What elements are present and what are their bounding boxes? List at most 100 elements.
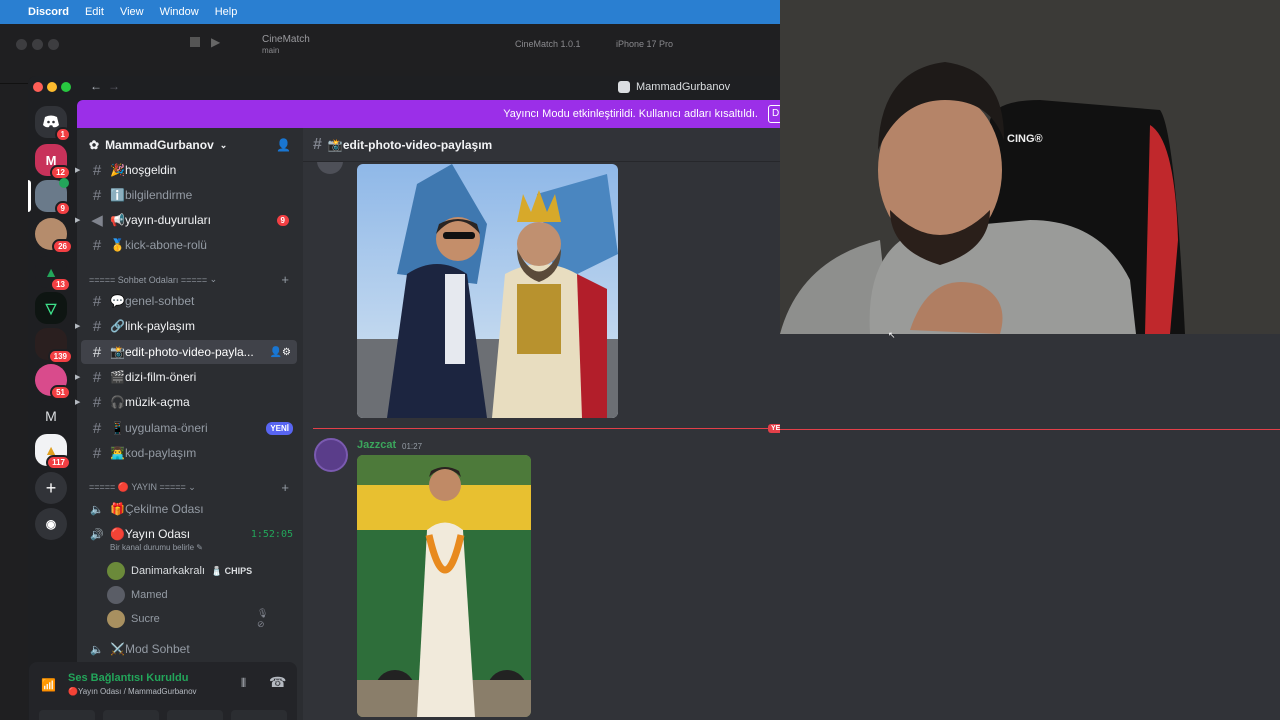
channel-status-hint[interactable]: Bir kanal durumu belirle ✎ xyxy=(110,543,203,552)
banner-button[interactable]: D xyxy=(768,105,780,123)
server-item-m[interactable]: M xyxy=(35,400,67,432)
avatar xyxy=(107,562,125,580)
menu-edit[interactable]: Edit xyxy=(85,6,104,18)
category-yayin[interactable]: ===== 🔴 YAYIN ===== ⌄ + xyxy=(89,480,289,495)
voice-user[interactable]: Danimarkakralı 🧂 CHIPS xyxy=(107,560,252,582)
server-badge: 26 xyxy=(52,239,73,254)
add-channel-icon[interactable]: + xyxy=(281,272,289,287)
speaker-icon: 🔈 xyxy=(90,503,104,516)
activities-button[interactable] xyxy=(167,710,223,720)
channel-name: 🎉hoşgeldin xyxy=(110,163,177,177)
device-selector[interactable]: iPhone 17 Pro xyxy=(616,39,673,49)
signal-icon[interactable]: 📶 xyxy=(41,678,56,692)
message-author[interactable]: Jazzcat xyxy=(357,439,396,451)
channel-genel-sohbet[interactable]: # 💬genel-sohbet xyxy=(81,289,297,313)
voice-user[interactable]: Sucre 🎙⊘ xyxy=(107,608,268,630)
verified-icon: ✿ xyxy=(89,138,100,152)
minimize-button[interactable] xyxy=(47,82,57,92)
close-light[interactable] xyxy=(16,39,27,50)
minimize-light[interactable] xyxy=(32,39,43,50)
menu-window[interactable]: Window xyxy=(160,6,199,18)
stop-icon[interactable] xyxy=(190,37,200,47)
voice-channel-mod-sohbet[interactable]: 🔈 ⚔️Mod Sohbet xyxy=(81,637,297,661)
zoom-button[interactable] xyxy=(61,82,71,92)
unread-indicator-icon: ▶ xyxy=(75,374,81,381)
server-badge: 13 xyxy=(50,277,71,292)
category-sohbet-odalari[interactable]: ===== Sohbet Odaları ===== ⌄ + xyxy=(89,272,289,287)
menu-help[interactable]: Help xyxy=(215,6,238,18)
server-item[interactable]: 26 xyxy=(35,218,73,254)
menu-app-name[interactable]: Discord xyxy=(28,6,69,18)
v-logo-icon: ▽ xyxy=(45,299,57,316)
hash-icon: # xyxy=(92,343,102,361)
server-item[interactable]: ▽ xyxy=(35,292,67,324)
speaker-icon: 🔊 xyxy=(90,528,104,541)
close-button[interactable] xyxy=(33,82,43,92)
new-messages-label: YE xyxy=(768,424,780,433)
channel-uygulama-oneri[interactable]: # 📱uygulama-öneri YENİ xyxy=(81,416,297,440)
server-item[interactable]: 139 xyxy=(35,328,73,364)
server-item[interactable]: 51 xyxy=(35,364,71,400)
new-messages-divider xyxy=(313,428,780,429)
scheme-selector[interactable]: CineMatch 1.0.1 xyxy=(515,39,581,49)
server-list: 1 M 12 9 26 ▲ 13 ▽ 139 51 M ▲ 117 + ◉ xyxy=(28,106,74,720)
voice-user-name: Sucre xyxy=(131,613,160,625)
server-icon xyxy=(618,81,630,93)
channel-link-paylasim[interactable]: ▶ # 🔗link-paylaşım xyxy=(75,314,297,338)
channel-dizi-film-oneri[interactable]: ▶ # 🎬dizi-film-öneri xyxy=(75,365,297,389)
direct-messages-button[interactable]: 1 xyxy=(35,106,71,142)
channel-title: 📸edit-photo-video-paylaşım xyxy=(327,137,493,152)
unread-indicator-icon: ▶ xyxy=(75,399,81,406)
add-server-button[interactable]: + xyxy=(35,472,67,504)
run-icon[interactable]: ▶ xyxy=(211,35,220,49)
channel-name: 🎁Çekilme Odası xyxy=(110,502,204,516)
channel-kod-paylasim[interactable]: # 👨‍💻kod-paylaşım xyxy=(81,441,297,465)
discord-icon xyxy=(43,115,59,128)
channel-name: 💬genel-sohbet xyxy=(110,294,195,308)
image-attachment[interactable] xyxy=(357,164,618,418)
project-info: CineMatch main xyxy=(262,34,310,56)
channel-bilgilendirme[interactable]: # ℹ️bilgilendirme xyxy=(81,183,297,207)
menu-view[interactable]: View xyxy=(120,6,144,18)
mouse-cursor-icon: ↖ xyxy=(888,330,896,340)
voice-status[interactable]: Ses Bağlantısı Kuruldu xyxy=(68,672,188,684)
channel-muzik-acma[interactable]: ▶ # 🎧müzik-açma xyxy=(75,390,297,414)
channel-name: 🔴Yayın Odası xyxy=(110,527,191,541)
soundboard-button[interactable] xyxy=(231,710,287,720)
noise-suppression-icon[interactable]: ⫴ xyxy=(241,676,246,691)
channel-name: 🔗link-paylaşım xyxy=(110,319,195,333)
server-header[interactable]: ✿ MammadGurbanov ⌄ 👤 xyxy=(77,128,303,162)
unread-indicator-icon: ▶ xyxy=(75,323,81,330)
megaphone-icon: ◀ xyxy=(91,212,103,229)
channel-hosgeldin[interactable]: ▶ # 🎉hoşgeldin xyxy=(75,158,297,182)
xcode-navigator xyxy=(0,84,30,720)
speaker-icon: 🔈 xyxy=(90,643,104,656)
add-channel-icon[interactable]: + xyxy=(281,480,289,495)
voice-location[interactable]: 🔴Yayın Odası / MammadGurbanov xyxy=(68,687,197,696)
window-title-text: MammadGurbanov xyxy=(636,81,731,93)
add-member-icon[interactable]: 👤 xyxy=(276,138,291,152)
server-item[interactable]: ▲ 13 xyxy=(35,256,71,292)
status-hint-text: Bir kanal durumu belirle xyxy=(110,543,195,552)
channel-edit-photo-video[interactable]: # 📸edit-photo-video-payla... 👤⚙ xyxy=(81,340,297,364)
discover-button[interactable]: ◉ xyxy=(35,508,67,540)
avatar[interactable] xyxy=(317,162,343,174)
forward-icon[interactable]: → xyxy=(108,79,120,93)
zoom-light[interactable] xyxy=(48,39,59,50)
voice-channel-cekilme[interactable]: 🔈 🎁Çekilme Odası xyxy=(81,497,297,521)
channel-settings-icon[interactable]: 👤⚙ xyxy=(270,347,291,358)
server-item[interactable]: ▲ 117 xyxy=(35,434,71,470)
server-item-active[interactable]: 9 xyxy=(35,178,71,216)
channel-kick-abone-rolu[interactable]: # 🥇kick-abone-rolü xyxy=(81,233,297,257)
avatar[interactable] xyxy=(314,438,348,472)
camera-toggle-button[interactable] xyxy=(39,710,95,720)
menu-bar: Discord Edit View Window Help xyxy=(0,0,780,24)
channel-yayin-duyurulari[interactable]: ▶ ◀ 📢yayın-duyuruları 9 xyxy=(75,208,297,232)
disconnect-icon[interactable]: ☎ xyxy=(269,674,286,691)
channel-sidebar: ✿ MammadGurbanov ⌄ 👤 ▶ # 🎉hoşgeldin # ℹ️bil… xyxy=(75,128,303,720)
image-attachment[interactable] xyxy=(357,455,531,717)
server-item[interactable]: M 12 xyxy=(35,144,71,180)
screen-share-button[interactable] xyxy=(103,710,159,720)
voice-user[interactable]: Mamed xyxy=(107,584,168,606)
back-icon[interactable]: ← xyxy=(90,79,102,93)
